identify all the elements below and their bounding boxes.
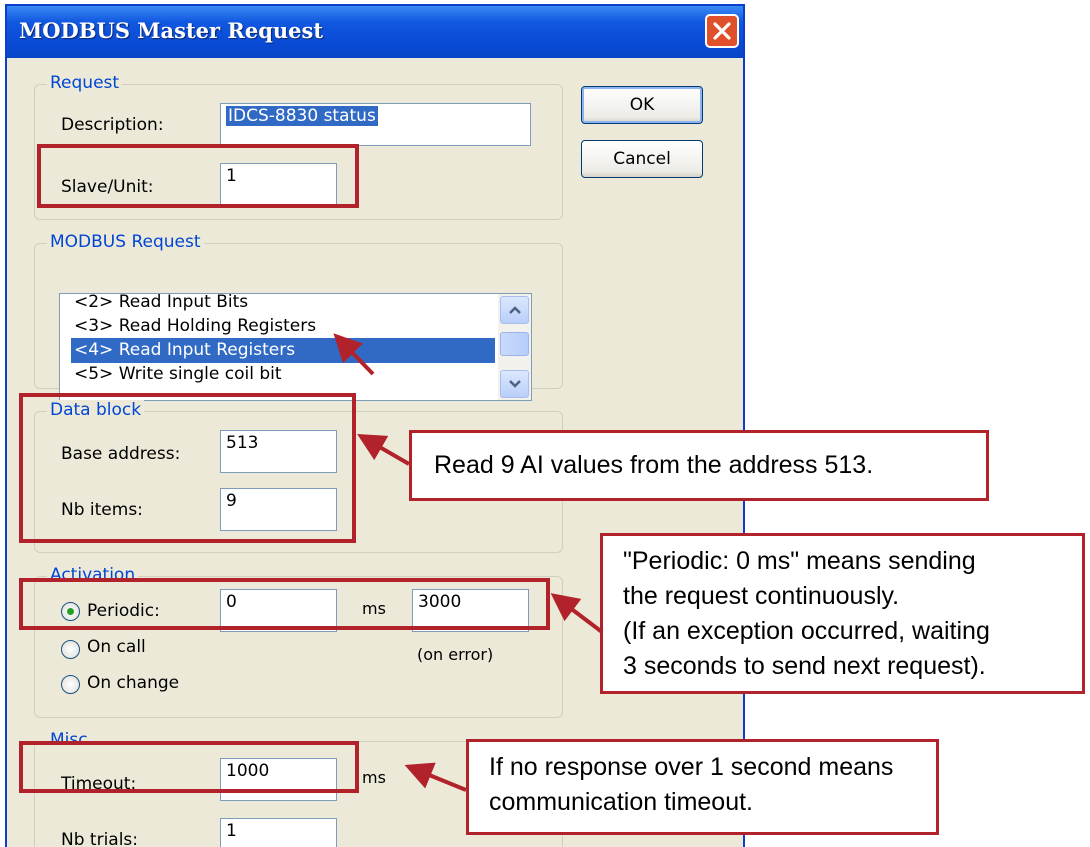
timeout-arrow — [404, 762, 467, 792]
periodic-arrow — [550, 593, 604, 634]
list-arrow — [333, 333, 375, 376]
annotation-arrows — [333, 333, 604, 792]
data-block-arrow — [357, 433, 411, 466]
